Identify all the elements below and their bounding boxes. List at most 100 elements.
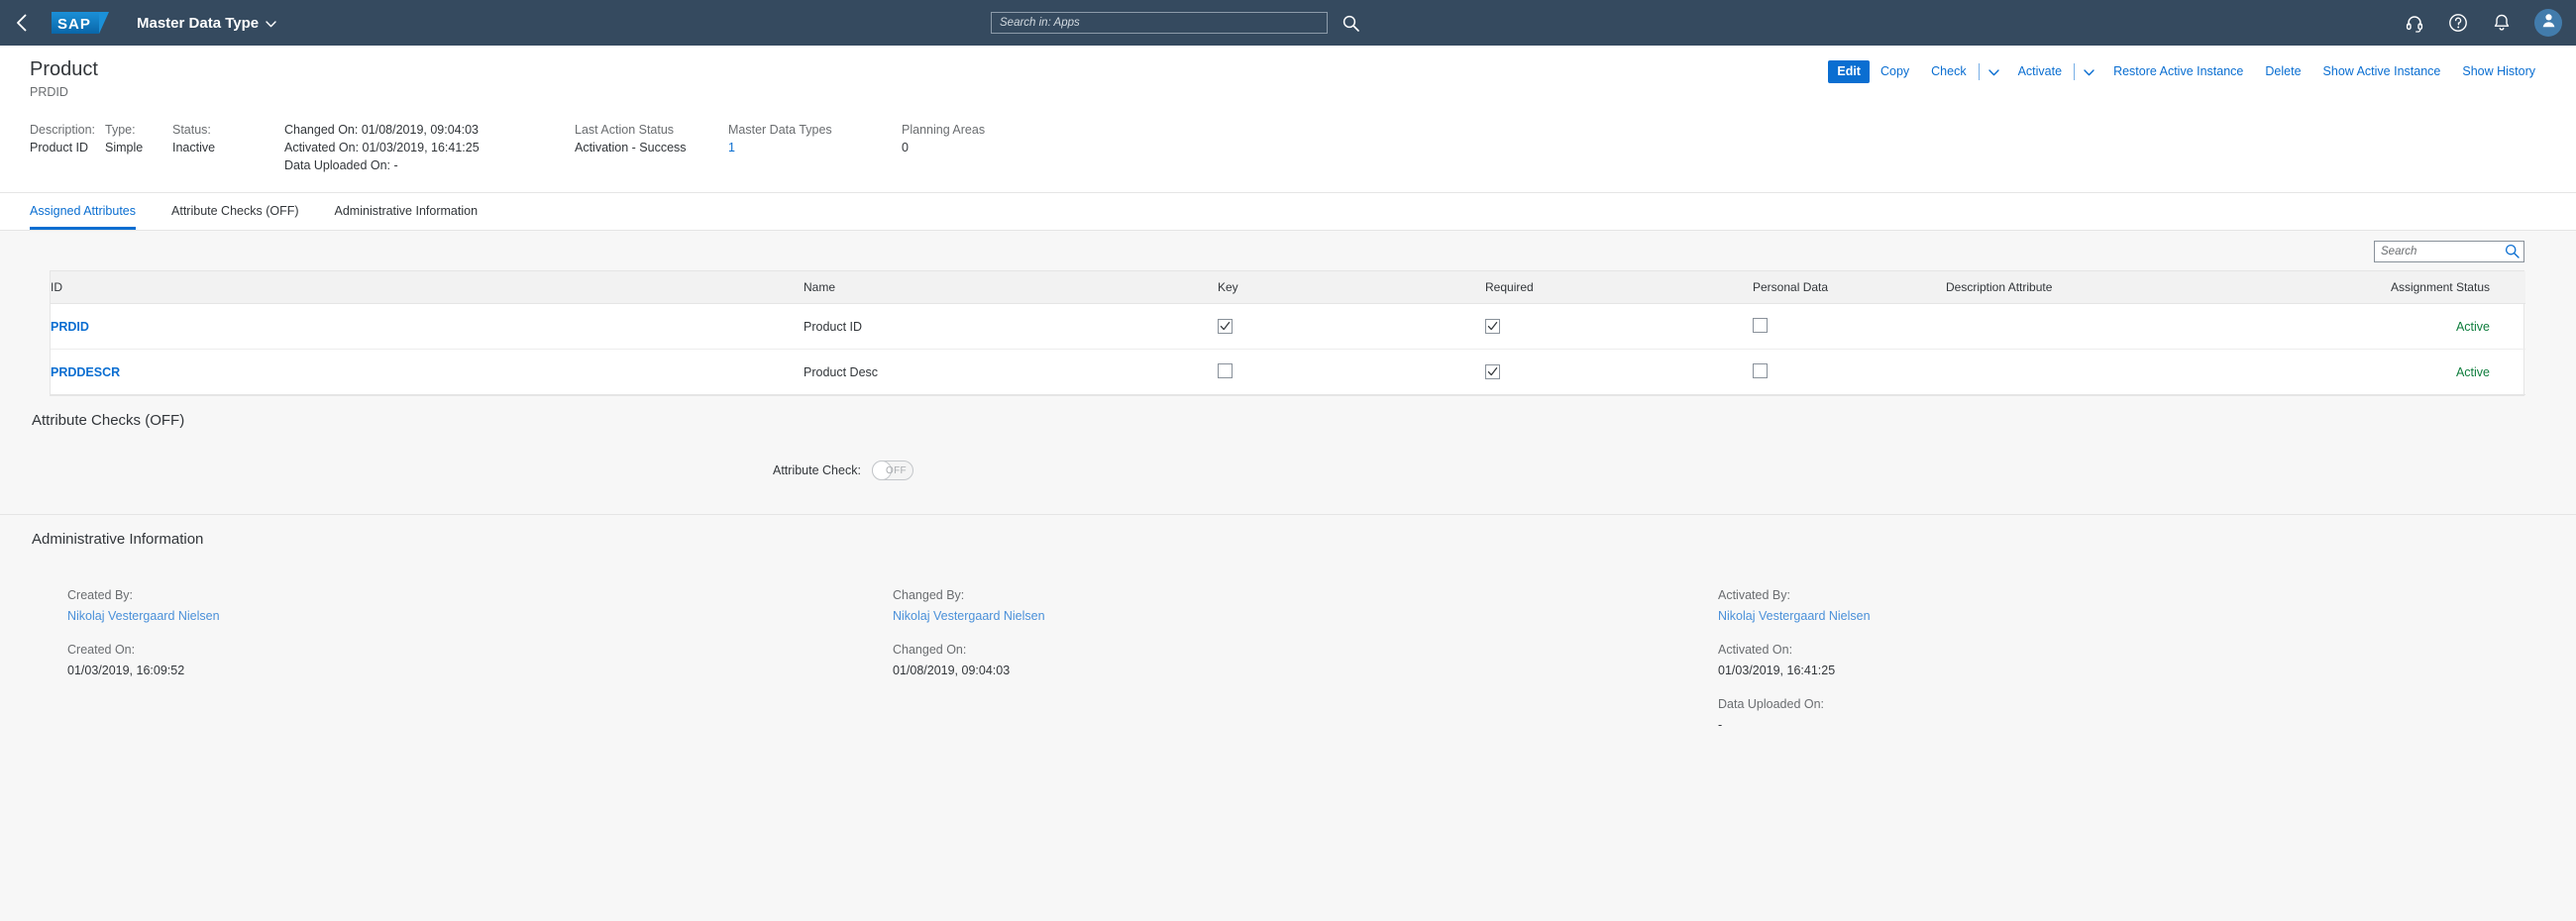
changed-on-value: 01/08/2019, 09:04:03 — [893, 661, 1651, 681]
search-input[interactable] — [991, 12, 1328, 34]
admin-column-created: Created By: Nikolaj Vestergaard Nielsen … — [0, 585, 825, 736]
search-icon[interactable] — [1340, 12, 1361, 34]
created-by-label: Created By: — [67, 585, 825, 606]
data-uploaded-on-value: - — [1718, 715, 2476, 736]
changed-by-label: Changed By: — [893, 585, 1651, 606]
attribute-name: Product ID — [804, 320, 862, 334]
column-header-name[interactable]: Name — [804, 271, 1218, 304]
check-dropdown-button[interactable] — [1981, 60, 2007, 83]
show-active-instance-button[interactable]: Show Active Instance — [2312, 60, 2452, 83]
status-value: Inactive — [172, 139, 284, 156]
object-title-row: Product PRDID Edit Copy Check Activate — [30, 57, 2546, 99]
description-value: Product ID — [30, 139, 105, 156]
personal-data-checkbox[interactable] — [1753, 318, 1768, 333]
info-planning-areas: Planning Areas 0 — [902, 121, 1080, 174]
help-icon[interactable] — [2447, 12, 2469, 34]
data-uploaded-on-label: Data Uploaded On: — [1718, 694, 2476, 715]
section-attribute-checks: Attribute Checks (OFF) Attribute Check: … — [0, 396, 2576, 514]
attributes-table: ID Name Key Required Personal Data Descr… — [51, 271, 2525, 395]
chevron-down-icon — [1988, 64, 1999, 79]
column-header-assignment-status[interactable]: Assignment Status — [2308, 271, 2525, 304]
master-data-types-link[interactable]: 1 — [728, 139, 902, 156]
admin-column-changed: Changed By: Nikolaj Vestergaard Nielsen … — [825, 585, 1651, 736]
spacer — [893, 627, 1651, 640]
status-label: Status: — [172, 121, 284, 139]
spacer — [1718, 627, 2476, 640]
info-last-action-status: Last Action Status Activation - Success — [575, 121, 728, 174]
object-info-grid: Description: Product ID Type: Simple Sta… — [30, 121, 2546, 192]
attribute-check-toggle[interactable]: OFF — [872, 460, 913, 480]
activate-split-separator — [2074, 63, 2075, 80]
column-header-id[interactable]: ID — [51, 271, 804, 304]
check-button[interactable]: Check — [1920, 60, 1977, 83]
app-title-menu[interactable]: Master Data Type — [137, 15, 276, 32]
type-label: Type: — [105, 121, 172, 139]
key-checkbox[interactable] — [1218, 319, 1233, 334]
object-identity: Product PRDID — [30, 57, 98, 99]
column-header-personal-data[interactable]: Personal Data — [1753, 271, 1946, 304]
info-dates: Changed On: 01/08/2019, 09:04:03 Activat… — [284, 121, 575, 174]
description-label: Description: — [30, 121, 105, 139]
app-title-label: Master Data Type — [137, 15, 259, 32]
required-checkbox[interactable] — [1485, 364, 1500, 379]
toggle-state-label: OFF — [886, 465, 907, 476]
check-split-button: Check — [1920, 60, 2006, 83]
chevron-down-icon — [2084, 64, 2094, 79]
page-title: Product — [30, 57, 98, 81]
column-header-description-attribute[interactable]: Description Attribute — [1946, 271, 2308, 304]
section-assigned-attributes: ID Name Key Required Personal Data Descr… — [0, 231, 2576, 396]
spacer — [1718, 681, 2476, 694]
svg-text:SAP: SAP — [57, 16, 91, 33]
edit-button[interactable]: Edit — [1828, 60, 1870, 83]
column-header-key[interactable]: Key — [1218, 271, 1485, 304]
user-avatar-icon — [2540, 12, 2557, 34]
delete-button[interactable]: Delete — [2254, 60, 2311, 83]
activate-dropdown-button[interactable] — [2076, 60, 2102, 83]
column-header-required[interactable]: Required — [1485, 271, 1753, 304]
back-button[interactable] — [0, 0, 44, 46]
assignment-status-value: Active — [2456, 320, 2490, 334]
info-status: Status: Inactive — [172, 121, 284, 174]
changed-by-value[interactable]: Nikolaj Vestergaard Nielsen — [893, 606, 1651, 627]
created-by-value[interactable]: Nikolaj Vestergaard Nielsen — [67, 606, 825, 627]
attribute-check-toggle-row: Attribute Check: OFF — [773, 439, 2576, 514]
changed-on-label: Changed On: — [893, 640, 1651, 661]
section-administrative-information: Administrative Information Created By: N… — [0, 515, 2576, 736]
personal-data-checkbox[interactable] — [1753, 363, 1768, 378]
search-icon[interactable] — [2505, 244, 2520, 263]
table-search-input[interactable] — [2374, 241, 2524, 262]
tab-administrative-information[interactable]: Administrative Information — [335, 204, 479, 230]
administrative-information-title: Administrative Information — [0, 515, 2576, 558]
attribute-checks-title: Attribute Checks (OFF) — [0, 396, 2576, 439]
attribute-id-link[interactable]: PRDDESCR — [51, 365, 120, 379]
show-history-button[interactable]: Show History — [2451, 60, 2546, 83]
object-page-header: Product PRDID Edit Copy Check Activate — [0, 46, 2576, 193]
sap-logo[interactable]: SAP — [52, 9, 109, 37]
tab-assigned-attributes[interactable]: Assigned Attributes — [30, 204, 136, 230]
type-value: Simple — [105, 139, 172, 156]
activated-on-value: 01/03/2019, 16:41:25 — [1718, 661, 2476, 681]
administrative-information-grid: Created By: Nikolaj Vestergaard Nielsen … — [0, 558, 2576, 736]
activated-by-value[interactable]: Nikolaj Vestergaard Nielsen — [1718, 606, 2476, 627]
restore-active-instance-button[interactable]: Restore Active Instance — [2102, 60, 2254, 83]
table-row[interactable]: PRDDESCR Product Desc Active — [51, 350, 2525, 395]
user-avatar[interactable] — [2534, 9, 2562, 37]
copy-button[interactable]: Copy — [1870, 60, 1920, 83]
headset-icon[interactable] — [2404, 12, 2425, 34]
key-checkbox[interactable] — [1218, 363, 1233, 378]
attribute-id-link[interactable]: PRDID — [51, 320, 89, 334]
required-checkbox[interactable] — [1485, 319, 1500, 334]
assignment-status-value: Active — [2456, 365, 2490, 379]
shell-actions — [2404, 9, 2562, 37]
master-data-types-label: Master Data Types — [728, 121, 902, 139]
check-split-separator — [1979, 63, 1980, 80]
spacer — [67, 627, 825, 640]
activate-button[interactable]: Activate — [2007, 60, 2073, 83]
data-uploaded-on-text: Data Uploaded On: - — [284, 156, 575, 174]
page-subtitle: PRDID — [30, 85, 98, 99]
activate-split-button: Activate — [2007, 60, 2102, 83]
created-on-value: 01/03/2019, 16:09:52 — [67, 661, 825, 681]
table-row[interactable]: PRDID Product ID — [51, 304, 2525, 350]
tab-attribute-checks[interactable]: Attribute Checks (OFF) — [171, 204, 299, 230]
bell-icon[interactable] — [2491, 12, 2513, 34]
